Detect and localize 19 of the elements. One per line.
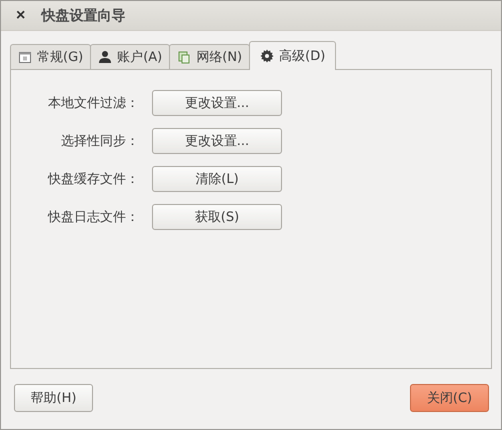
tab[interactable]: 常规(G): [10, 44, 92, 69]
settings-button[interactable]: 清除(L): [152, 166, 282, 192]
tab[interactable]: 高级(D): [249, 41, 336, 70]
close-button[interactable]: 关闭(C): [410, 384, 489, 412]
settings-button[interactable]: 获取(S): [152, 204, 282, 230]
tab[interactable]: 账户(A): [90, 44, 170, 69]
settings-button[interactable]: 更改设置...: [152, 90, 282, 116]
tab[interactable]: 网络(N): [169, 44, 250, 69]
settings-button[interactable]: 更改设置...: [152, 128, 282, 154]
calendar-icon: [18, 50, 32, 64]
setting-label: 本地文件过滤：: [47, 95, 139, 112]
setting-label: 快盘缓存文件：: [46, 171, 139, 188]
setting-label: 快盘日志文件：: [46, 209, 139, 226]
window-title: 快盘设置向导: [41, 6, 126, 24]
setting-label: 选择性同步：: [60, 133, 139, 150]
help-button[interactable]: 帮助(H): [14, 384, 93, 412]
close-button[interactable]: ×: [12, 6, 30, 24]
person-icon: [98, 50, 112, 64]
gear-icon: [260, 49, 274, 63]
